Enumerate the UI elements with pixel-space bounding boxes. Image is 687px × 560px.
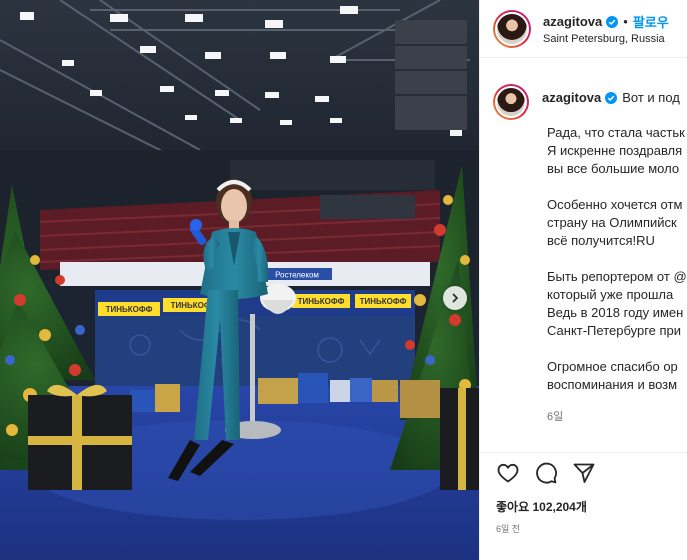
caption-line: вы все большие моло	[547, 161, 680, 176]
action-bar	[480, 452, 687, 486]
caption-line: Я искренне поздравля	[547, 143, 683, 158]
caption-timestamp[interactable]: 6일	[547, 408, 687, 426]
verified-badge-icon	[605, 91, 618, 104]
comment-icon[interactable]	[534, 461, 558, 485]
chevron-right-icon	[452, 293, 459, 303]
share-icon[interactable]	[572, 461, 596, 485]
heart-icon[interactable]	[496, 461, 520, 485]
caption-line: Огромное спасибо ор	[547, 359, 678, 374]
verified-badge-icon	[606, 15, 619, 28]
caption-line: который уже прошла	[547, 287, 674, 302]
banner-text-1: ТИНЬКОФФ	[106, 305, 153, 314]
username-link[interactable]: azagitova	[543, 14, 602, 29]
likes-label: 좋아요	[496, 500, 530, 514]
caption-line: Рада, что стала частьк	[547, 125, 685, 140]
location-link[interactable]: Saint Petersburg, Russia	[543, 33, 669, 45]
next-photo-button[interactable]	[443, 286, 467, 310]
likes-count[interactable]: 좋아요 102,204개	[496, 498, 587, 515]
follow-button[interactable]: 팔로우	[633, 12, 669, 31]
caption-line: всё получится!RU	[547, 233, 655, 248]
banner-text-3: ТИНЬКОФФ	[298, 297, 345, 306]
post-photo[interactable]: Ростелеком ТИНЬКОФФ ТИНЬКОФФ ТИНЬКОФФ ТИ…	[0, 0, 479, 560]
avatar[interactable]	[493, 9, 531, 48]
post-side-panel: azagitova • 팔로우 Saint Petersburg, Russia…	[479, 0, 687, 560]
caption-line: Ведь в 2018 году имен	[547, 305, 684, 320]
likes-value: 102,204개	[532, 500, 587, 514]
caption-line: страну на Олимпийск	[547, 215, 677, 230]
caption-username-link[interactable]: azagitova	[542, 90, 601, 105]
caption-line[interactable]: Быть репортером от @	[547, 269, 687, 284]
caption-line: Санкт-Петербурге при	[547, 323, 682, 338]
caption-first-line: Вот и под	[622, 90, 680, 105]
posted-time[interactable]: 6일 전	[496, 522, 520, 535]
caption-text: Рада, что стала частьк Я искренне поздра…	[547, 124, 687, 426]
caption-line: Особенно хочется отм	[547, 197, 683, 212]
banner-text-4: ТИНЬКОФФ	[360, 297, 407, 306]
post-header: azagitova • 팔로우 Saint Petersburg, Russia	[480, 0, 687, 58]
caption-line: воспоминания и возм	[547, 377, 678, 392]
board-brand-text: Ростелеком	[275, 271, 319, 280]
caption-area: azagitova Вот и под Рада, что стала част…	[480, 58, 687, 430]
caption-avatar[interactable]	[493, 84, 529, 120]
photo-scene: Ростелеком ТИНЬКОФФ ТИНЬКОФФ ТИНЬКОФФ ТИ…	[0, 0, 479, 560]
